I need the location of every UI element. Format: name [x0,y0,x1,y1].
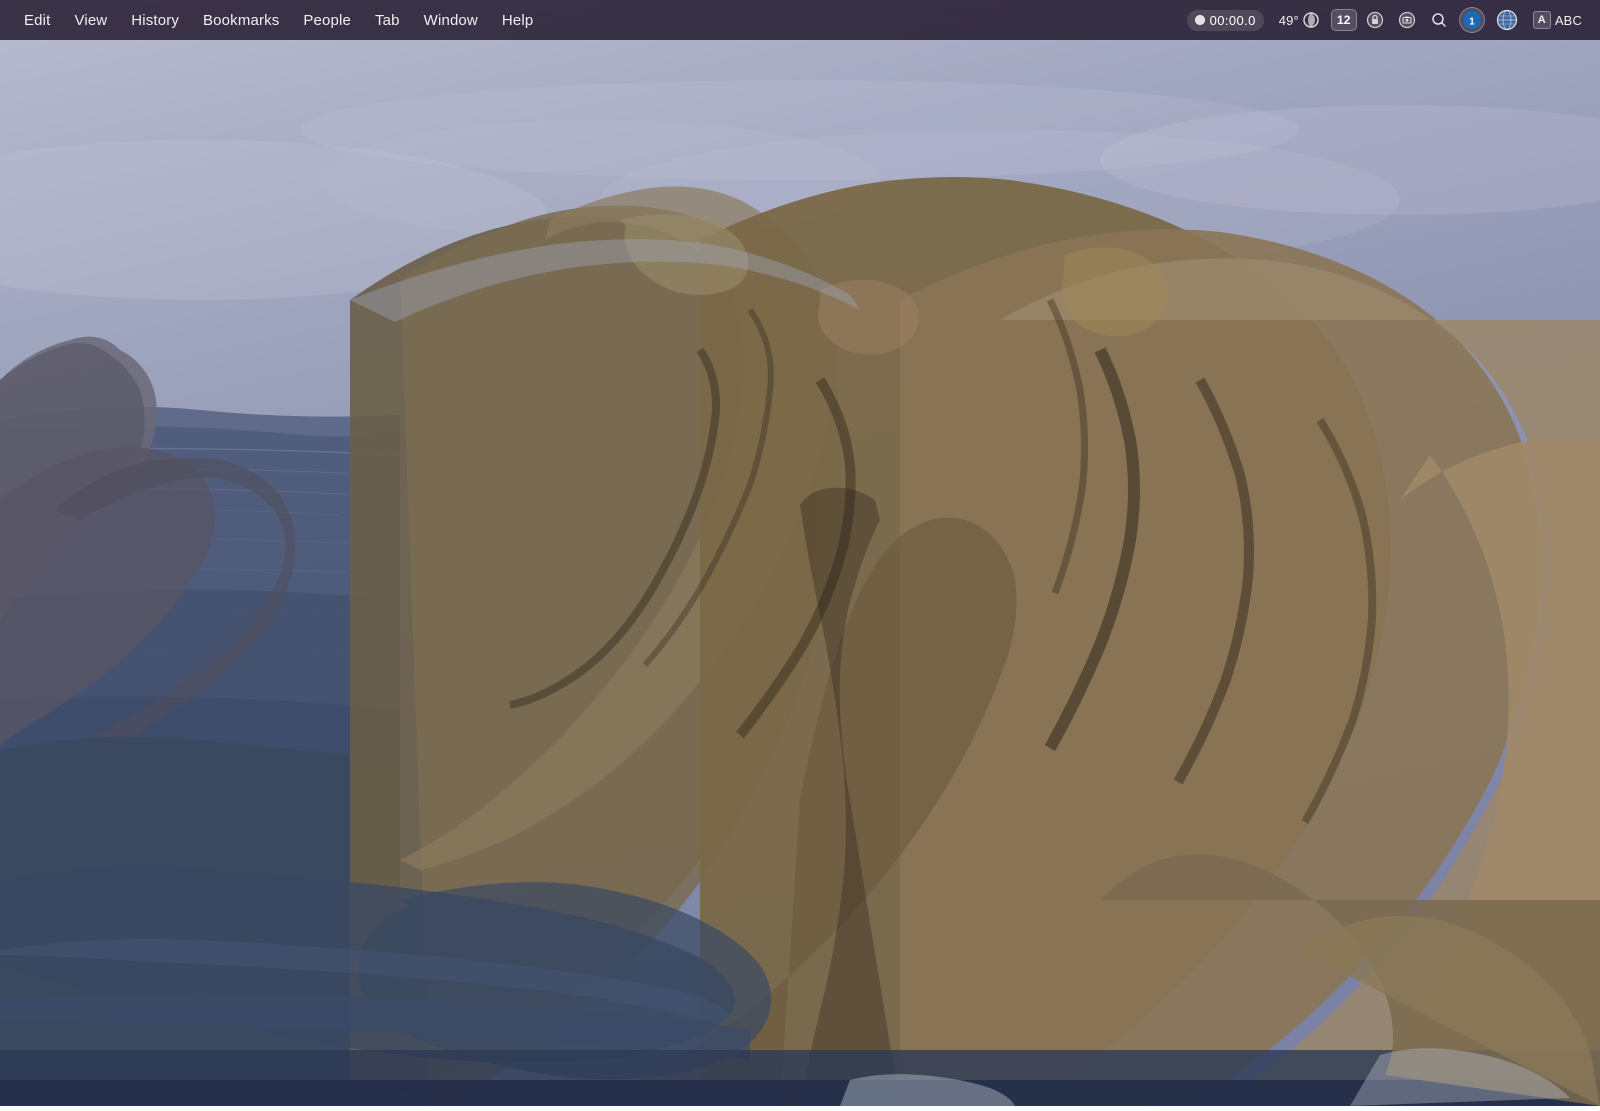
safari-button[interactable] [1491,6,1523,34]
input-method-icon: A [1533,11,1551,29]
menu-window[interactable]: Window [412,0,490,40]
lock-icon [1366,11,1384,29]
menu-tab[interactable]: Tab [363,0,412,40]
menu-edit[interactable]: Edit [12,0,62,40]
password-manager-icon[interactable]: 1 [1459,7,1485,33]
menu-bookmarks[interactable]: Bookmarks [191,0,291,40]
input-method-label: ABC [1555,13,1582,28]
menubar: Edit View History Bookmarks People Tab W… [0,0,1600,40]
search-icon [1430,11,1448,29]
search-button[interactable] [1425,6,1453,34]
menu-help[interactable]: Help [490,0,545,40]
weather-icon [1302,11,1320,29]
camera-icon [1398,11,1416,29]
menu-people[interactable]: People [291,0,363,40]
1password-icon: 1 [1462,10,1482,30]
globe-icon [1496,9,1518,31]
record-time: 00:00.0 [1210,13,1256,28]
menu-view[interactable]: View [62,0,119,40]
system-icons: 00:00.0 49° 12 [1187,6,1588,34]
temperature-display[interactable]: 49° [1272,6,1327,34]
menu-history[interactable]: History [119,0,191,40]
input-method-indicator[interactable]: A ABC [1527,6,1588,34]
recording-indicator[interactable]: 00:00.0 [1187,10,1264,31]
screenshot-button[interactable] [1393,6,1421,34]
svg-text:1: 1 [1469,17,1475,28]
screen-lock-button[interactable] [1361,6,1389,34]
tab-count-badge[interactable]: 12 [1331,9,1357,31]
record-dot-icon [1195,15,1205,25]
temperature-value: 49° [1279,13,1299,28]
